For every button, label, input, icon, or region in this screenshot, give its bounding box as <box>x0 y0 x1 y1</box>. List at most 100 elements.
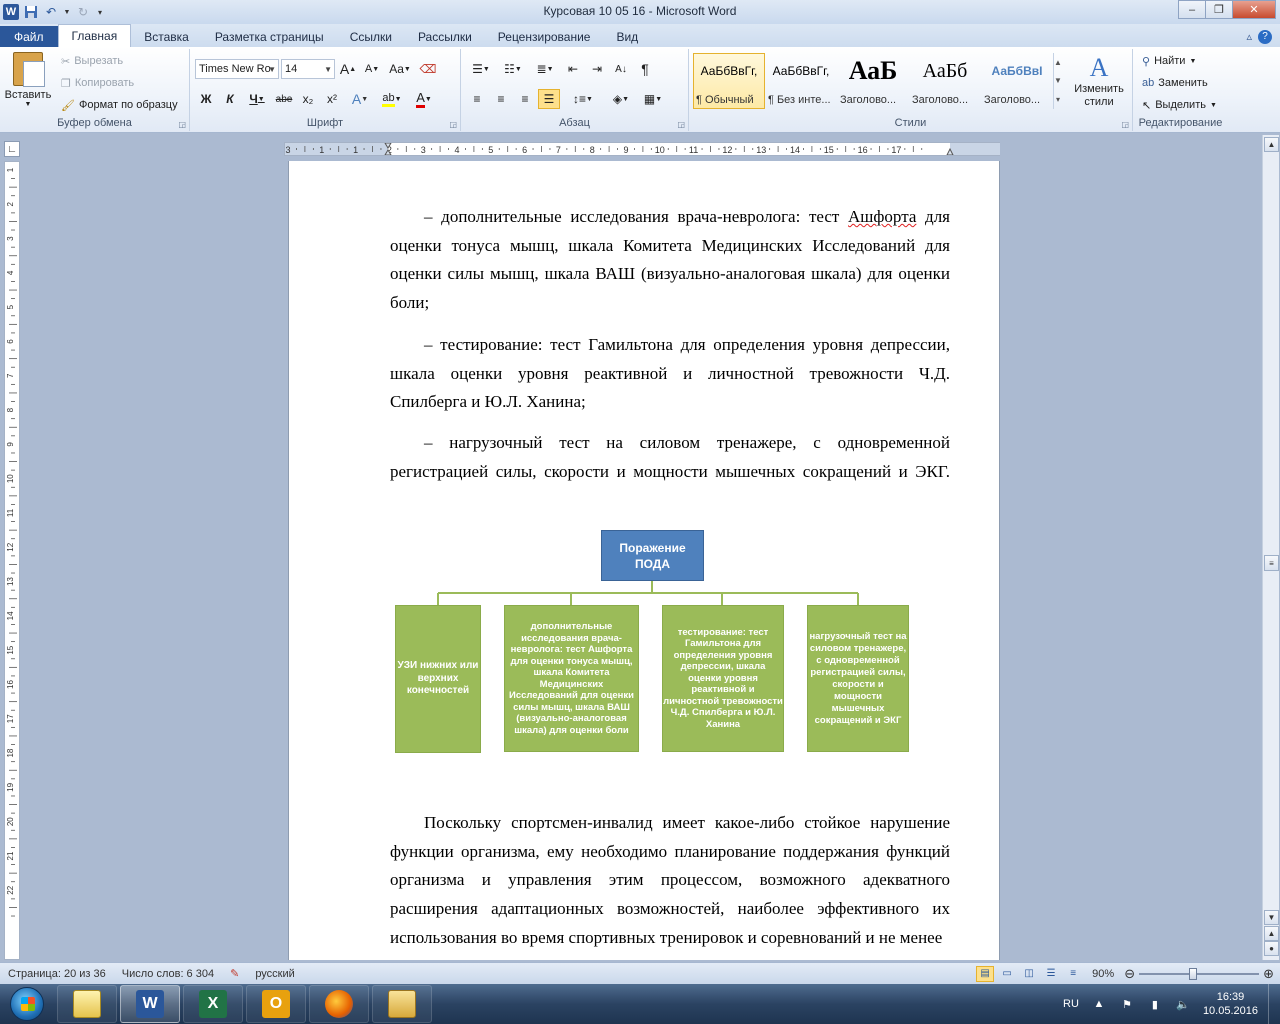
highlight-button[interactable]: ab ▼ <box>377 89 407 109</box>
paragraph-athlete[interactable]: Поскольку спортсмен-инвалид имеет какое-… <box>390 809 950 953</box>
full-screen-view-button[interactable]: ▭ <box>998 966 1016 982</box>
taskbar-excel[interactable]: X <box>183 985 243 1023</box>
paste-button[interactable]: Вставить ▼ <box>4 52 52 114</box>
language-status[interactable]: русский <box>247 968 302 980</box>
decrease-indent-button[interactable]: ⇤ <box>562 59 584 79</box>
tab-review[interactable]: Рецензирование <box>485 26 604 47</box>
tab-view[interactable]: Вид <box>603 26 651 47</box>
taskbar-folder[interactable] <box>372 985 432 1023</box>
style-no-spacing[interactable]: АаБбВвГг, ¶ Без инте... <box>765 53 837 109</box>
taskbar-outlook[interactable]: O <box>246 985 306 1023</box>
diagram-node-testing[interactable]: тестирование: тест Гамильтона для опреде… <box>662 605 784 752</box>
align-center-button[interactable]: ≡ <box>490 89 512 109</box>
tab-references[interactable]: Ссылки <box>337 26 405 47</box>
clipboard-launcher-icon[interactable]: ◲ <box>178 120 186 129</box>
document-page[interactable]: – дополнительные исследования врача-невр… <box>288 161 1000 960</box>
italic-button[interactable]: К <box>219 89 241 109</box>
diagram-node-neurologist[interactable]: дополнительные исследования врача-неврол… <box>504 605 639 752</box>
word-logo-icon[interactable]: W <box>3 4 19 20</box>
replace-button[interactable]: ab Заменить <box>1139 73 1211 93</box>
help-icon[interactable]: ? <box>1258 29 1272 44</box>
volume-icon[interactable]: 🔈 <box>1175 996 1191 1012</box>
subscript-button[interactable]: x₂ <box>297 89 319 109</box>
clear-formatting-button[interactable]: ⌫ <box>417 59 439 79</box>
justify-button[interactable]: ☰ <box>538 89 560 109</box>
undo-icon[interactable]: ↶ <box>43 4 59 20</box>
line-spacing-button[interactable]: ↕≡ ▼ <box>568 89 598 109</box>
action-center-icon[interactable]: ⚑ <box>1119 996 1135 1012</box>
show-desktop-button[interactable] <box>1268 984 1280 1024</box>
style-heading-1[interactable]: АаБ Заголово... <box>837 53 909 109</box>
shrink-font-button[interactable]: A ▼ <box>361 59 383 79</box>
tab-mailings[interactable]: Рассылки <box>405 26 485 47</box>
page-count[interactable]: Страница: 20 из 36 <box>0 968 114 980</box>
tab-page-layout[interactable]: Разметка страницы <box>202 26 337 47</box>
web-layout-view-button[interactable]: ◫ <box>1020 966 1038 982</box>
find-button[interactable]: ⚲ Найти ▼ <box>1139 51 1199 71</box>
browse-object-button[interactable]: ● <box>1264 941 1279 956</box>
sort-button[interactable]: A↓ <box>610 59 632 79</box>
zoom-in-button[interactable]: ⊕ <box>1263 966 1274 982</box>
outline-view-button[interactable]: ☰ <box>1042 966 1060 982</box>
zoom-knob[interactable] <box>1189 967 1198 980</box>
vertical-scrollbar[interactable]: ▲ ≡ ▼ ▲ ● <box>1262 135 1279 960</box>
diagram-node-load-test[interactable]: нагрузочный тест на силовом тренажере, с… <box>807 605 909 752</box>
document-area[interactable]: – дополнительные исследования врача-невр… <box>22 161 1262 960</box>
superscript-button[interactable]: x² <box>321 89 343 109</box>
start-button[interactable] <box>0 984 54 1024</box>
paragraph-launcher-icon[interactable]: ◲ <box>677 120 685 129</box>
customize-qat-icon[interactable]: ▾ <box>95 4 105 20</box>
style-normal[interactable]: АаБбВвГг, ¶ Обычный <box>693 53 765 109</box>
scroll-up-button[interactable]: ▲ <box>1264 137 1279 152</box>
draft-view-button[interactable]: ≡ <box>1064 966 1082 982</box>
taskbar-firefox[interactable] <box>309 985 369 1023</box>
diagram-top-node[interactable]: Поражение ПОДА <box>601 530 704 581</box>
bold-button[interactable]: Ж <box>195 89 217 109</box>
paragraph-neurologist[interactable]: – дополнительные исследования врача-невр… <box>390 203 950 318</box>
taskbar-word[interactable]: W <box>120 985 180 1023</box>
change-styles-button[interactable]: A Изменить стили <box>1068 53 1130 115</box>
right-indent-marker[interactable] <box>946 147 954 155</box>
font-launcher-icon[interactable]: ◲ <box>449 120 457 129</box>
undo-dropdown-icon[interactable]: ▼ <box>63 4 71 20</box>
horizontal-ruler[interactable]: 3 1 1 2 3 4 5 6 7 8 9 10 11 12 13 14 15 16 17 <box>284 142 1000 156</box>
numbering-button[interactable]: ☷ ▼ <box>498 59 528 79</box>
taskbar-explorer[interactable] <box>57 985 117 1023</box>
tray-expand-icon[interactable]: ▲ <box>1091 996 1107 1012</box>
scroll-down-button[interactable]: ▼ <box>1264 910 1279 925</box>
align-left-button[interactable]: ≡ <box>466 89 488 109</box>
font-family-combo[interactable]: Times New Ro ▼ <box>195 59 279 79</box>
clock[interactable]: 16:39 10.05.2016 <box>1203 990 1258 1018</box>
tab-insert[interactable]: Вставка <box>131 26 202 47</box>
shading-button[interactable]: ◈ ▼ <box>606 89 636 109</box>
zoom-level[interactable]: 90% <box>1092 968 1114 980</box>
proofing-status[interactable]: ✎ <box>222 967 247 980</box>
select-button[interactable]: ↖ Выделить ▼ <box>1139 95 1220 115</box>
styles-more-icon[interactable]: ▾ <box>1056 95 1060 104</box>
save-icon[interactable] <box>23 4 39 20</box>
grow-font-button[interactable]: A ▲ <box>337 59 359 79</box>
scroll-thumb[interactable]: ≡ <box>1264 555 1279 571</box>
multilevel-list-button[interactable]: ≣ ▼ <box>530 59 560 79</box>
styles-launcher-icon[interactable]: ◲ <box>1121 120 1129 129</box>
zoom-out-button[interactable]: ⊖ <box>1124 966 1135 982</box>
vertical-ruler[interactable]: 1 2 3 4 5 6 7 8 9 10 11 12 13 14 15 16 17 18 19 20 21 22 <box>4 161 20 960</box>
zoom-slider[interactable] <box>1139 967 1260 981</box>
strikethrough-button[interactable]: abe <box>273 89 295 109</box>
tab-file[interactable]: Файл <box>0 26 58 47</box>
tab-selector-button[interactable]: ∟ <box>4 141 20 157</box>
maximize-button[interactable]: ❐ <box>1205 0 1233 19</box>
bullets-button[interactable]: ☰ ▼ <box>466 59 496 79</box>
styles-down-icon[interactable]: ▼ <box>1054 76 1062 85</box>
change-case-button[interactable]: Aa ▼ <box>385 59 415 79</box>
cut-button[interactable]: ✂ Вырезать <box>58 51 126 71</box>
borders-button[interactable]: ▦ ▼ <box>638 89 668 109</box>
align-right-button[interactable]: ≡ <box>514 89 536 109</box>
language-indicator[interactable]: RU <box>1063 998 1079 1010</box>
increase-indent-button[interactable]: ⇥ <box>586 59 608 79</box>
network-icon[interactable]: ▮ <box>1147 996 1163 1012</box>
paragraph-testing[interactable]: – тестирование: тест Гамильтона для опре… <box>390 331 950 417</box>
print-layout-view-button[interactable]: ▤ <box>976 965 995 982</box>
copy-button[interactable]: ❐ Копировать <box>58 73 137 93</box>
style-heading-2[interactable]: АаБб Заголово... <box>909 53 981 109</box>
